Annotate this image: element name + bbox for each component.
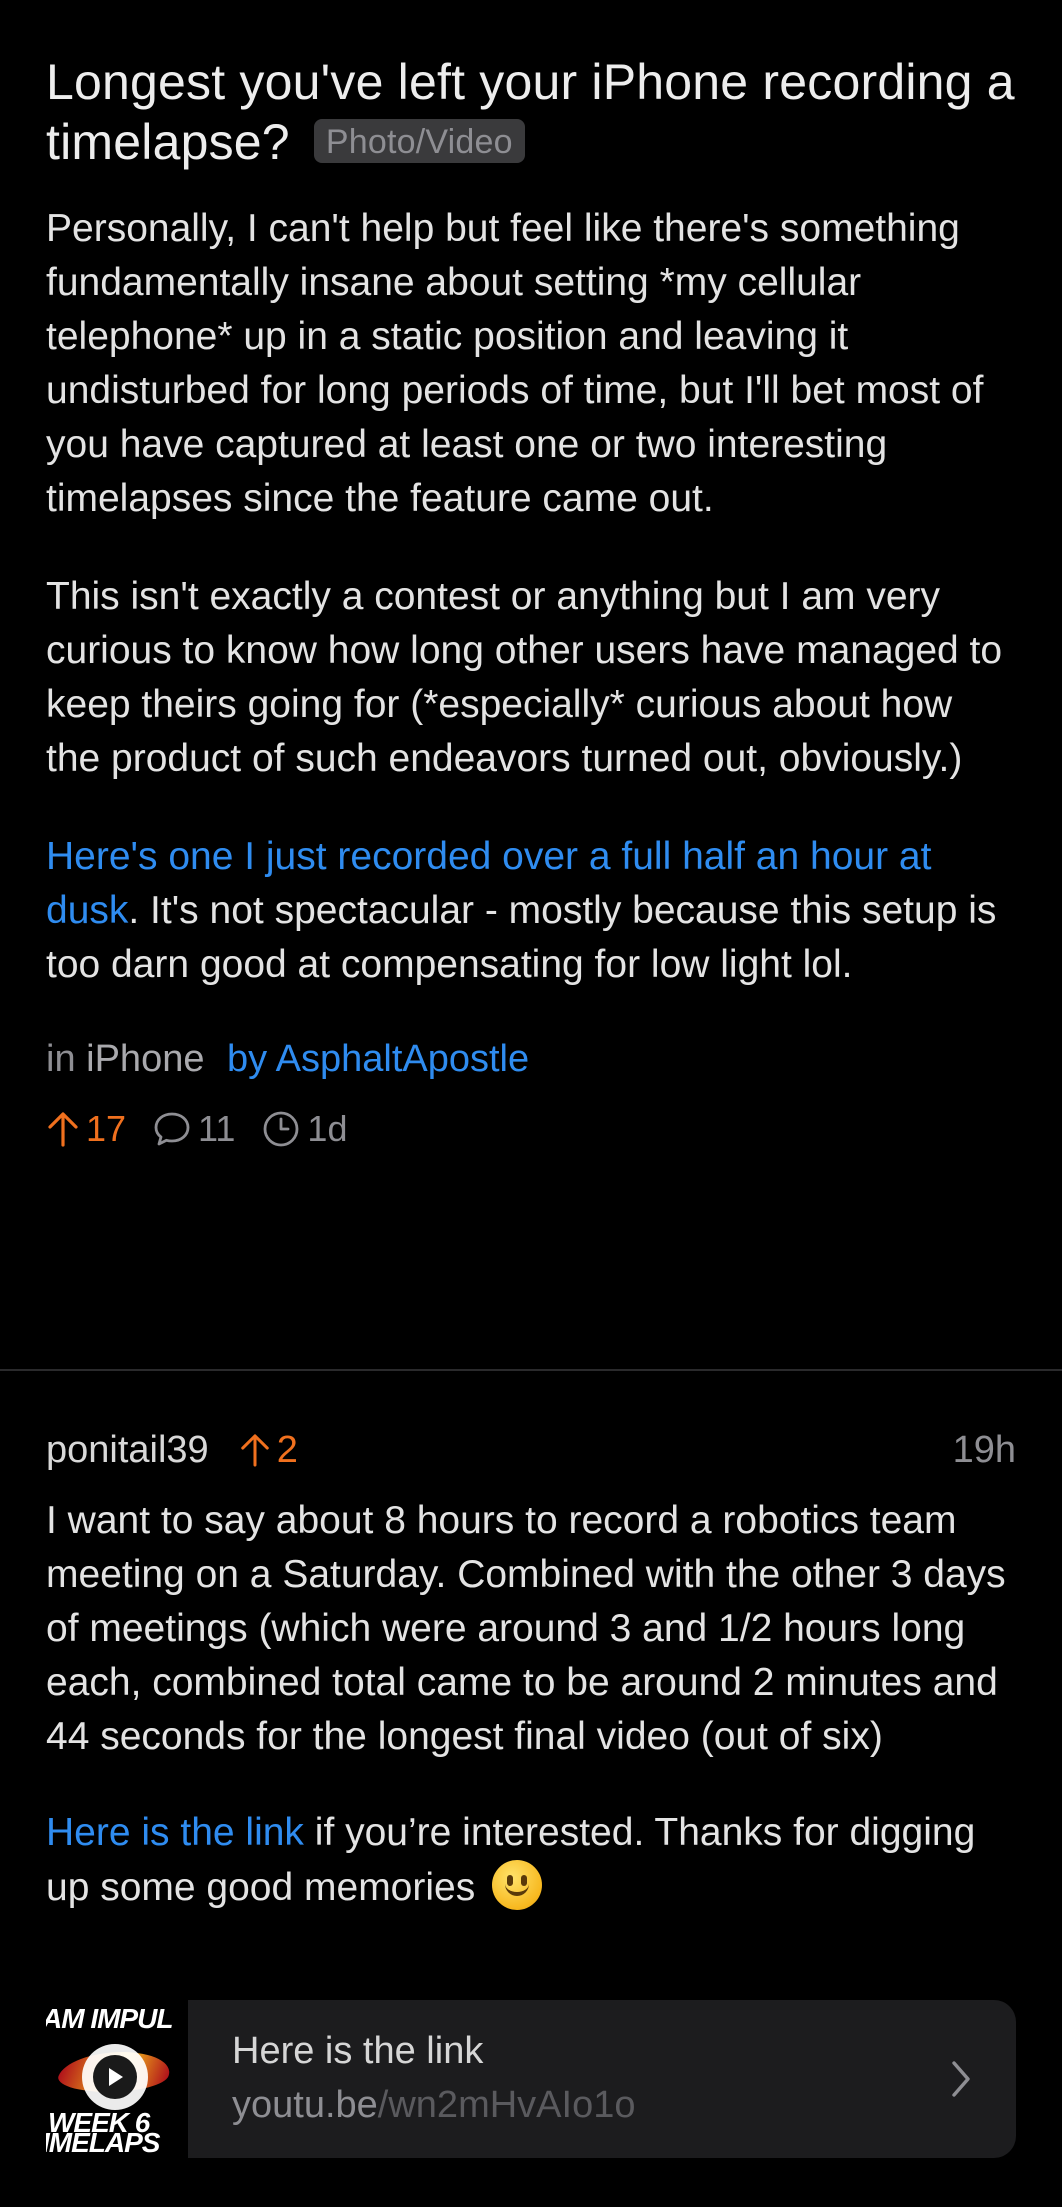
post-age: 1d [261,1108,347,1150]
post-body: Personally, I can't help but feel like t… [46,202,1016,992]
post-paragraph: This isn't exactly a contest or anything… [46,575,1003,780]
comment-score-value: 2 [276,1428,298,1471]
comment: ponitail39 2 19h I want to say about 8 h… [46,1420,1016,1957]
comment-body: I want to say about 8 hours to record a … [46,1494,1016,1915]
arrow-up-icon [48,1112,78,1147]
link-preview-card[interactable]: AM IMPUL WEEK 6 IMELAPS Here is the link… [46,2000,1016,2158]
upvote-count: 17 [86,1108,127,1149]
video-thumbnail[interactable]: AM IMPUL WEEK 6 IMELAPS [46,2000,188,2158]
in-label: in [46,1038,76,1080]
thumbnail-text: IMELAPS [46,2127,160,2158]
post-stats: 17 11 1d [46,1104,1016,1154]
author-link[interactable]: AsphaltApostle [276,1038,530,1080]
comment-inline-link[interactable]: Here is the link [46,1811,304,1854]
link-card-title: Here is the link [232,2030,484,2072]
age-label: 1d [307,1108,348,1149]
thumbnail-text: AM IMPUL [46,2003,173,2034]
link-card-url: youtu.be/wn2mHvAIo1o [232,2077,946,2133]
post-title: Longest you've left your iPhone recordin… [46,52,1016,172]
comment-author[interactable]: ponitail39 [46,1429,209,1472]
post-title-text: Longest you've left your iPhone recordin… [46,54,1015,170]
clock-icon [264,1111,299,1147]
comment-count: 11 [198,1108,236,1149]
smiling-face-emoji-icon [492,1860,543,1910]
link-card-path: /wn2mHvAIo1o [377,2084,636,2126]
comments-count[interactable]: 11 [152,1108,235,1150]
comment-paragraph-with-link: Here is the link if you’re interested. T… [46,1806,1016,1915]
post-meta: in iPhone by AsphaltApostle [46,1036,1016,1082]
subreddit-link[interactable]: iPhone [86,1038,204,1080]
post-paragraph: Personally, I can't help but feel like t… [46,207,984,520]
link-card-domain: youtu.be [232,2084,378,2126]
play-button[interactable] [82,2044,148,2110]
link-card-text: Here is the link youtu.be/wn2mHvAIo1o [232,2025,946,2133]
arrow-up-icon [240,1434,269,1467]
post-paragraph-with-link: Here's one I just recorded over a full h… [46,830,1016,992]
chevron-right-icon [952,2061,970,2097]
divider [0,1369,1062,1371]
comment-bubble-icon [154,1112,190,1146]
post-paragraph-text: . It's not spectacular - mostly because … [46,889,997,986]
upvote-button[interactable]: 17 [46,1108,126,1150]
play-icon [109,2068,123,2086]
by-label: by [227,1038,268,1080]
comment-paragraph: I want to say about 8 hours to record a … [46,1499,1006,1758]
flair-badge[interactable]: Photo/Video [313,119,525,163]
post-detail-screen: Longest you've left your iPhone recordin… [0,0,1062,2207]
comment-time: 19h [952,1428,1016,1471]
comment-score[interactable]: 2 [239,1429,298,1472]
post: Longest you've left your iPhone recordin… [0,0,1062,1154]
comment-header: ponitail39 2 19h [46,1420,1016,1480]
link-card-body[interactable]: Here is the link youtu.be/wn2mHvAIo1o [188,2000,1016,2158]
